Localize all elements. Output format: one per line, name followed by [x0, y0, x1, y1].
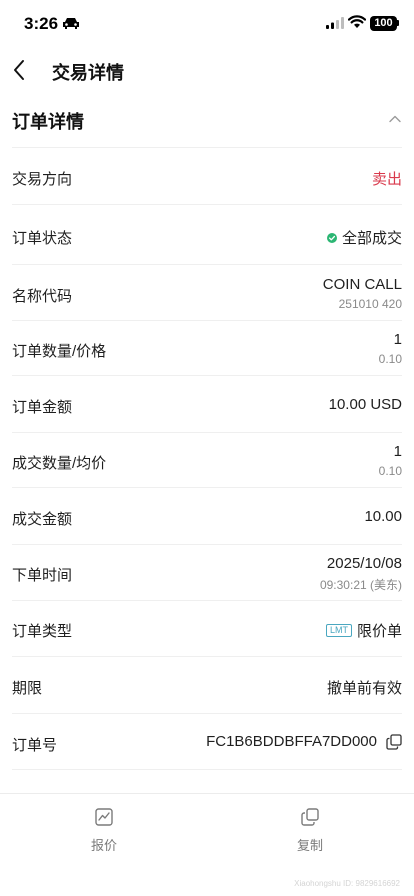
- order-details-section-header[interactable]: 订单详情: [0, 96, 414, 146]
- detail-row-order-type: 订单类型 LMT 限价单: [12, 600, 402, 656]
- battery-tip: [397, 20, 399, 26]
- order-id-value-wrap: FC1B6BDDBFFA7DD000: [206, 733, 402, 750]
- order-type-value: 限价单: [356, 623, 402, 640]
- copy-icon: [301, 808, 319, 826]
- direction-value: 卖出: [371, 171, 402, 188]
- detail-row-order-id: 订单号 FC1B6BDDBFFA7DD000: [12, 713, 402, 770]
- back-arrow-icon[interactable]: [12, 59, 26, 81]
- lmt-badge: LMT: [325, 624, 352, 637]
- nav-bar: 交易详情: [0, 48, 414, 94]
- status-value: 全部成交: [341, 230, 402, 247]
- detail-row-order-time: 下单时间 2025/10/08 09:30:21 (美东): [12, 544, 402, 600]
- detail-row-order-amount: 订单金额 10.00 USD: [12, 375, 402, 432]
- direction-label: 交易方向: [12, 171, 73, 188]
- detail-row-fill-qty-price: 成交数量/均价 1 0.10: [12, 432, 402, 487]
- status-time: 3:26: [24, 14, 59, 33]
- detail-row-symbol: 名称代码 COIN CALL 251010 420: [12, 264, 402, 320]
- symbol-value: COIN CALL: [322, 276, 402, 293]
- fill-qty-price-label: 成交数量/均价: [12, 455, 107, 472]
- order-type-label: 订单类型: [12, 623, 73, 640]
- duration-value: 撤单前有效: [326, 680, 402, 697]
- section-title: 订单详情: [12, 112, 84, 132]
- cellular-signal-icon: [326, 17, 344, 29]
- bottom-action-bar: 报价 复制 Xiaohongshu ID: 9829616692: [0, 793, 414, 896]
- detail-row-order-qty-price: 订单数量/价格 1 0.10: [12, 320, 402, 375]
- detail-row-direction: 交易方向 卖出: [12, 147, 402, 204]
- order-time-label: 下单时间: [12, 567, 73, 584]
- order-amount-value: 10.00 USD: [328, 396, 402, 413]
- copy-order-id-icon[interactable]: [386, 733, 402, 750]
- order-qty-price-label: 订单数量/价格: [12, 343, 107, 360]
- symbol-label: 名称代码: [12, 288, 73, 305]
- fill-amount-value: 10.00: [364, 508, 402, 525]
- order-id-value: FC1B6BDDBFFA7DD000: [206, 733, 377, 750]
- order-amount-label: 订单金额: [12, 399, 73, 416]
- quote-tab[interactable]: 报价: [64, 808, 144, 854]
- watermark: Xiaohongshu ID: 9829616692: [294, 879, 400, 888]
- order-qty-value: 1: [393, 331, 402, 348]
- detail-row-duration: 期限 撤单前有效: [12, 656, 402, 713]
- page-title: 交易详情: [52, 63, 124, 83]
- battery-indicator: 100: [370, 16, 397, 31]
- copy-tab[interactable]: 复制: [270, 808, 350, 854]
- chart-icon: [95, 808, 113, 826]
- chevron-up-icon[interactable]: [388, 114, 402, 124]
- status-value-wrap: 全部成交: [326, 227, 402, 248]
- quote-tab-label: 报价: [90, 838, 117, 853]
- order-type-value-wrap: LMT 限价单: [325, 620, 402, 641]
- order-id-label: 订单号: [12, 737, 58, 754]
- order-date-value: 2025/10/08: [326, 555, 402, 572]
- detail-row-fill-amount: 成交金额 10.00: [12, 487, 402, 544]
- car-icon: [63, 18, 79, 29]
- symbol-sub: 251010 420: [338, 297, 402, 311]
- fill-amount-label: 成交金额: [12, 511, 73, 528]
- copy-tab-label: 复制: [296, 838, 323, 853]
- detail-row-status: 订单状态 全部成交: [12, 204, 402, 264]
- status-label: 订单状态: [12, 230, 73, 247]
- wifi-icon: [348, 15, 366, 28]
- check-circle-icon: [326, 232, 337, 243]
- fill-qty-value: 1: [393, 443, 402, 460]
- status-bar: 3:26 100: [0, 0, 414, 48]
- order-time-value: 09:30:21 (美东): [319, 578, 402, 592]
- duration-label: 期限: [12, 680, 43, 697]
- order-price-value: 0.10: [378, 352, 402, 366]
- fill-avg-price-value: 0.10: [378, 464, 402, 478]
